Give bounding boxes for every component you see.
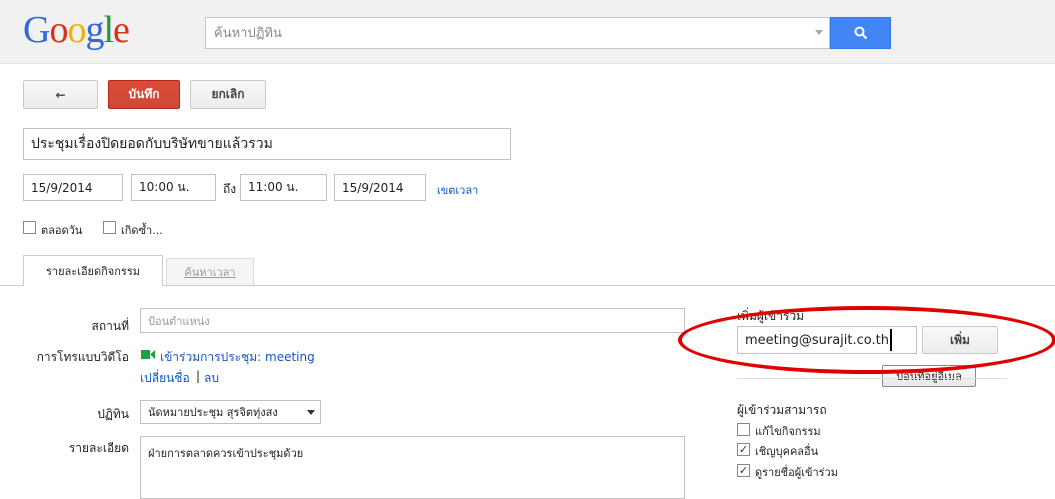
search-button[interactable] <box>830 17 891 49</box>
add-guests-heading: เพิ่มผู้เข้าร่วม <box>737 309 805 323</box>
calendar-select-value: นัดหมายประชุม สุรจิตทุ่งสง <box>148 406 278 419</box>
invite-others-checkbox[interactable]: ✓ <box>737 443 750 456</box>
description-label: รายละเอียด <box>68 441 129 455</box>
email-tooltip: ป้อนที่อยู่อีเมล <box>882 365 976 387</box>
cancel-button[interactable]: ยกเลิก <box>190 80 266 109</box>
back-arrow-icon: ← <box>55 87 66 102</box>
add-guest-button[interactable]: เพิ่ม <box>922 326 998 354</box>
search-box <box>205 17 830 49</box>
all-day-checkbox[interactable] <box>23 221 36 234</box>
rename-link[interactable]: เปลี่ยนชื่อ <box>140 369 190 388</box>
video-call-label: การโทรแบบวิดีโอ <box>36 350 129 364</box>
to-label: ถึง <box>223 182 237 196</box>
location-placeholder: ป้อนตำแหน่ง <box>148 314 210 328</box>
see-guest-list-label: ดูรายชื่อผู้เข้าร่วม <box>755 466 838 479</box>
location-input[interactable]: ป้อนตำแหน่ง <box>140 308 685 333</box>
guests-can-label: ผู้เข้าร่วมสามารถ <box>737 403 827 417</box>
search-input[interactable] <box>206 18 796 48</box>
back-button[interactable]: ← <box>23 80 98 109</box>
repeat-checkbox[interactable] <box>103 221 116 234</box>
description-textarea[interactable]: ฝ่ายการตลาดควรเข้าประชุมด้วย <box>140 436 685 499</box>
location-label: สถานที่ <box>91 319 129 333</box>
end-date-input[interactable]: 15/9/2014 <box>334 174 426 201</box>
top-bar: Google <box>0 0 1055 64</box>
video-camera-icon <box>141 350 155 359</box>
repeat-label: เกิดซ้ำ... <box>121 224 163 237</box>
search-dropdown-icon[interactable] <box>815 30 823 35</box>
guests-divider <box>737 378 1007 379</box>
google-logo[interactable]: Google <box>23 10 130 50</box>
text-cursor-icon <box>890 329 892 351</box>
tab-find-time[interactable]: ค้นหาเวลา <box>166 258 254 285</box>
event-title-input[interactable]: ประชุมเรื่องปิดยอดกับบริษัทขายแล้วรวม <box>23 128 511 160</box>
search-icon <box>854 26 867 40</box>
start-time-input[interactable]: 10:00 น. <box>131 174 216 201</box>
link-separator: | <box>196 369 201 383</box>
join-meeting-link[interactable]: เข้าร่วมการประชุม: meeting <box>160 348 315 367</box>
chevron-down-icon <box>307 410 315 415</box>
edit-event-checkbox[interactable] <box>737 423 750 436</box>
calendar-label: ปฏิทิน <box>97 407 129 421</box>
checkmark-icon: ✓ <box>738 443 749 456</box>
timezone-link[interactable]: เขตเวลา <box>437 181 478 199</box>
invite-others-label: เชิญบุคคลอื่น <box>755 445 819 458</box>
tab-event-details[interactable]: รายละเอียดกิจกรรม <box>23 255 163 286</box>
start-date-input[interactable]: 15/9/2014 <box>23 174 123 201</box>
calendar-select[interactable]: นัดหมายประชุม สุรจิตทุ่งสง <box>140 400 321 424</box>
delete-link[interactable]: ลบ <box>204 369 219 388</box>
all-day-label: ตลอดวัน <box>41 224 83 237</box>
see-guest-list-checkbox[interactable]: ✓ <box>737 464 750 477</box>
guest-email-value: meeting@surajit.co.th <box>745 332 889 348</box>
edit-event-label: แก้ไขกิจกรรม <box>755 425 821 438</box>
guest-email-input[interactable]: meeting@surajit.co.th <box>737 326 917 354</box>
checkmark-icon: ✓ <box>738 464 749 477</box>
end-time-input[interactable]: 11:00 น. <box>240 174 327 201</box>
save-button[interactable]: บันทึก <box>108 80 180 109</box>
